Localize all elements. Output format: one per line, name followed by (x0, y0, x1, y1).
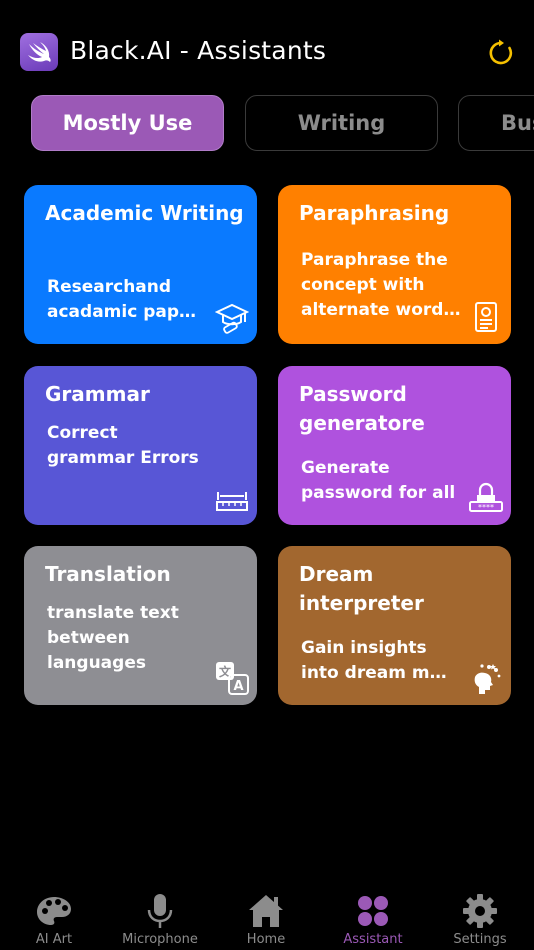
card-desc-line: translate text (47, 603, 179, 623)
tab-business[interactable]: Bus (458, 95, 534, 151)
page-title: Black.AI - Assistants (70, 36, 327, 65)
card-password-generatore[interactable]: Password generatore Generate password fo… (278, 366, 511, 525)
card-description: Gain insights into dream meanings (301, 636, 456, 686)
gear-icon (463, 894, 497, 928)
card-paraphrasing[interactable]: Paraphrasing Paraphrase the concept with… (278, 185, 511, 344)
nav-label: AI Art (35, 932, 73, 947)
home-icon (249, 895, 283, 927)
nav-item-microphone[interactable]: Microphone (110, 892, 210, 950)
card-grammar[interactable]: Grammar Correct grammar Errors (24, 366, 257, 525)
graduation-cap-icon (214, 300, 250, 334)
document-icon (469, 300, 503, 334)
nav-label: Settings (453, 932, 507, 947)
card-desc-line: Paraphrase the (301, 250, 448, 270)
card-desc-line: password for all (301, 483, 456, 503)
palette-icon (37, 897, 71, 925)
card-desc-line: into dream meanings (301, 663, 456, 683)
card-description: Researchand acadamic papers (47, 275, 202, 325)
tab-mostly-use[interactable]: Mostly Use (31, 95, 224, 151)
bottom-nav: AI Art Microphone Home Assistant Setting… (0, 880, 534, 950)
card-desc-line: between (47, 628, 130, 648)
nav-item-settings[interactable]: Settings (430, 892, 530, 950)
category-tabs: Mostly Use Writing Bus (0, 95, 534, 151)
card-title: Academic Writing (45, 201, 244, 225)
card-title: Translation (45, 562, 171, 586)
card-description: translate text between languages (47, 601, 217, 676)
tab-label: Mostly Use (62, 111, 193, 135)
lock-password-icon: **** (469, 481, 503, 515)
card-desc-line: Generate (301, 458, 390, 478)
microphone-icon (147, 894, 173, 928)
svg-text:A: A (233, 679, 243, 694)
nav-label: Assistant (343, 932, 403, 947)
nav-item-home[interactable]: Home (216, 892, 316, 950)
head-thoughts-icon (469, 661, 503, 695)
card-academic-writing[interactable]: Academic Writing Researchand acadamic pa… (24, 185, 257, 344)
tab-label: Writing (297, 111, 386, 135)
translate-icon: 文 A (215, 661, 249, 695)
refresh-icon[interactable] (486, 38, 516, 68)
header: Black.AI - Assistants (0, 0, 534, 90)
card-title: Password generatore (299, 382, 425, 435)
nav-label: Microphone (122, 932, 198, 947)
nav-item-assistant[interactable]: Assistant (323, 892, 423, 950)
svg-text:****: **** (478, 503, 494, 512)
card-description: Correct grammar Errors (47, 421, 217, 471)
nav-item-ai-art[interactable]: AI Art (4, 892, 104, 950)
card-desc-line: Researchand (47, 277, 172, 297)
card-desc-line: grammar Errors (47, 448, 199, 468)
tab-label: Bus (501, 111, 534, 135)
card-translation[interactable]: Translation translate text between langu… (24, 546, 257, 705)
card-title: Paraphrasing (299, 201, 450, 225)
ruler-icon (215, 481, 249, 515)
card-desc-line: Gain insights (301, 638, 427, 658)
card-title: Dream interpreter (299, 562, 424, 615)
card-title: Grammar (45, 382, 150, 406)
four-dots-icon (358, 896, 388, 926)
card-desc-line: Correct (47, 423, 118, 443)
card-description: Paraphrase the concept with alternate wo… (301, 248, 461, 323)
card-desc-line: alternate wording (301, 300, 461, 320)
card-desc-line: acadamic papers (47, 302, 202, 322)
card-desc-line: concept with (301, 275, 425, 295)
swift-bird-icon (20, 33, 58, 71)
tab-writing[interactable]: Writing (245, 95, 438, 151)
card-dream-interpreter[interactable]: Dream interpreter Gain insights into dre… (278, 546, 511, 705)
card-description: Generate password for all (301, 456, 456, 506)
nav-label: Home (246, 932, 286, 947)
card-desc-line: languages (47, 653, 146, 673)
